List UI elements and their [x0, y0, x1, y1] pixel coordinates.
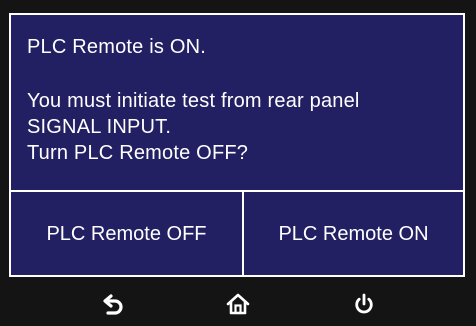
message-line-signal-input: SIGNAL INPUT. — [27, 116, 172, 138]
message-line-question: Turn PLC Remote OFF? — [27, 142, 249, 164]
power-icon — [355, 293, 373, 313]
back-arrow-icon — [103, 293, 123, 315]
plc-remote-on-button[interactable]: PLC Remote ON — [244, 192, 463, 275]
home-icon — [226, 293, 250, 314]
plc-remote-dialog: PLC Remote is ON. You must initiate test… — [9, 13, 465, 277]
message-line-instruction: You must initiate test from rear panel — [27, 90, 360, 112]
bottom-nav-bar — [0, 281, 476, 326]
dialog-message: PLC Remote is ON. You must initiate test… — [11, 15, 463, 192]
home-button[interactable] — [208, 281, 268, 326]
back-button[interactable] — [84, 281, 144, 326]
message-line-status: PLC Remote is ON. — [27, 36, 207, 58]
plc-remote-off-button[interactable]: PLC Remote OFF — [11, 192, 244, 275]
power-button[interactable] — [334, 281, 394, 326]
screen: PLC Remote is ON. You must initiate test… — [0, 0, 476, 326]
dialog-button-row: PLC Remote OFF PLC Remote ON — [11, 192, 463, 275]
